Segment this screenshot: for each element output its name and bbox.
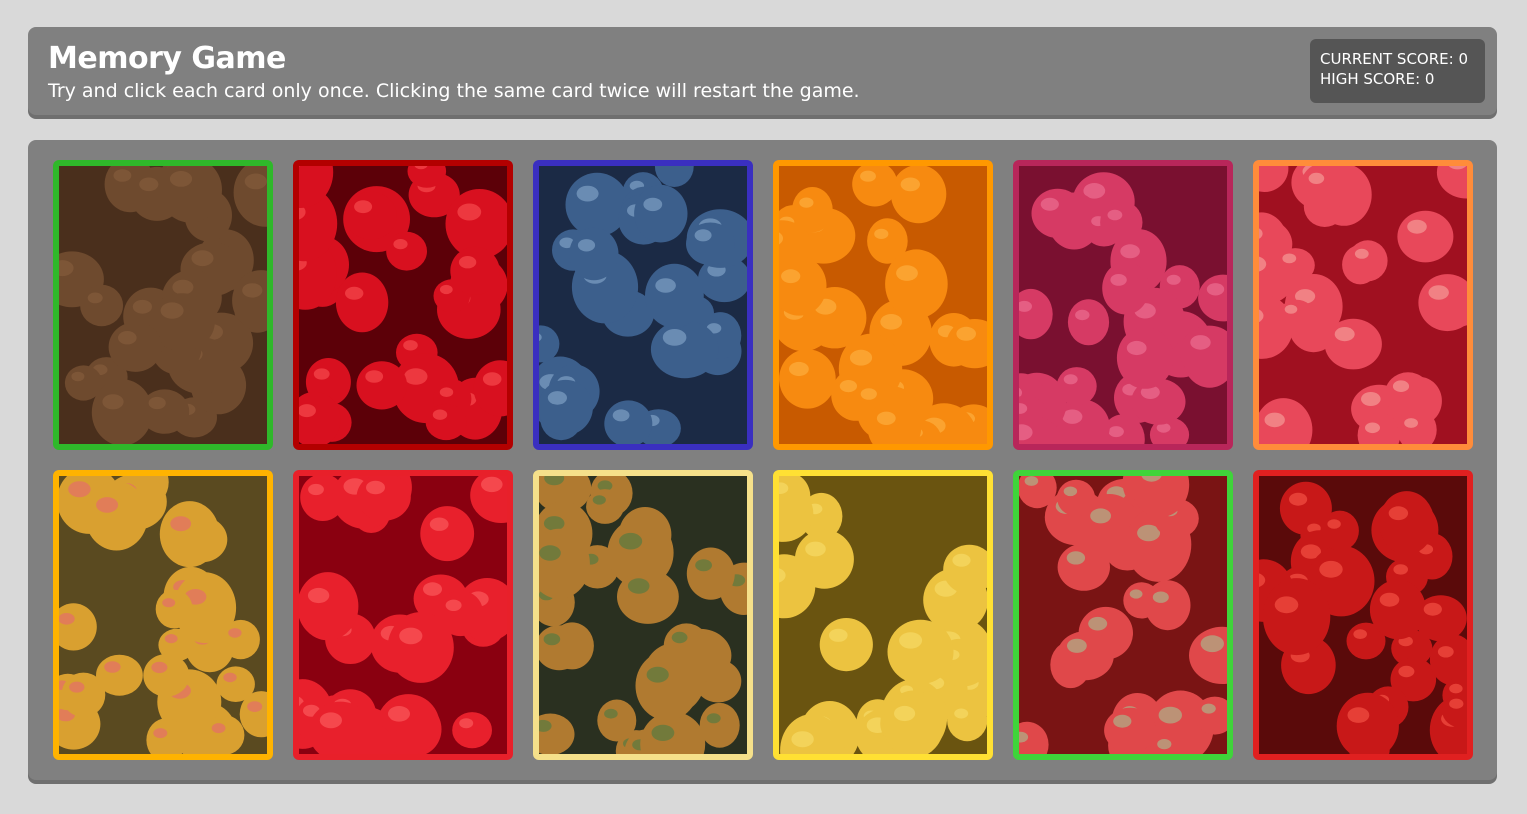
fruit-card-raspberry[interactable] <box>1013 160 1233 450</box>
fruit-card-strawberry[interactable] <box>293 470 513 760</box>
banana-image <box>779 476 987 754</box>
fruit-card-peach[interactable] <box>1253 160 1473 450</box>
strawberry-image <box>299 476 507 754</box>
fruit-card-pineapple[interactable] <box>533 470 753 760</box>
fruit-card-watermelon[interactable] <box>1013 470 1233 760</box>
fruit-card-orange[interactable] <box>773 160 993 450</box>
orange-image <box>779 166 987 444</box>
raspberry-image <box>1019 166 1227 444</box>
fruit-card-kiwi[interactable] <box>53 160 273 450</box>
fruit-card-blueberry[interactable] <box>533 160 753 450</box>
current-score: CURRENT SCORE: 0 <box>1320 50 1468 68</box>
watermelon-image <box>1019 476 1227 754</box>
game-header: Memory Game Try and click each card only… <box>28 27 1497 115</box>
cherry-image <box>299 166 507 444</box>
fruit-card-apple[interactable] <box>1253 470 1473 760</box>
game-instructions: Try and click each card only once. Click… <box>48 80 860 102</box>
fruit-card-mango[interactable] <box>53 470 273 760</box>
mango-image <box>59 476 267 754</box>
peach-image <box>1259 166 1467 444</box>
fruit-card-cherry[interactable] <box>293 160 513 450</box>
high-score: HIGH SCORE: 0 <box>1320 70 1435 88</box>
apple-image <box>1259 476 1467 754</box>
blueberry-image <box>539 166 747 444</box>
card-grid <box>28 140 1497 780</box>
pineapple-image <box>539 476 747 754</box>
scoreboard: CURRENT SCORE: 0 HIGH SCORE: 0 <box>1310 39 1485 103</box>
page-title: Memory Game <box>48 41 286 76</box>
fruit-card-banana[interactable] <box>773 470 993 760</box>
kiwi-image <box>59 166 267 444</box>
